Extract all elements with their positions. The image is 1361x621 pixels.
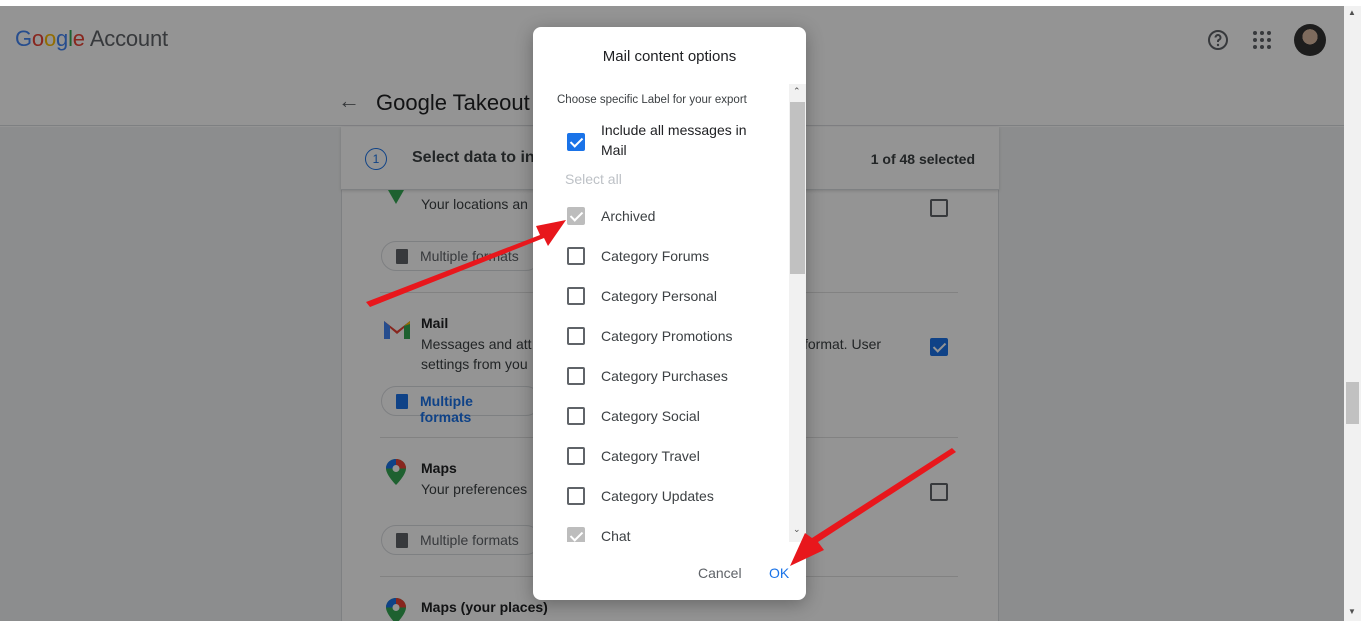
scroll-down-icon[interactable]: ▼ xyxy=(1348,607,1356,616)
label-text: Archived xyxy=(601,208,656,224)
scroll-down-icon[interactable]: ⌄ xyxy=(793,524,801,535)
include-all-label: Include all messages in Mail xyxy=(601,122,747,158)
select-all-link[interactable]: Select all xyxy=(565,171,622,187)
label-checkbox[interactable] xyxy=(567,367,585,385)
scroll-up-icon[interactable]: ▲ xyxy=(1348,8,1356,17)
label-text: Category Personal xyxy=(601,288,717,304)
dialog-subtitle: Choose specific Label for your export xyxy=(557,94,747,106)
label-checkbox[interactable] xyxy=(567,247,585,265)
label-checkbox[interactable] xyxy=(567,327,585,345)
label-text: Chat xyxy=(601,528,631,542)
ok-button[interactable]: OK xyxy=(769,565,789,581)
dialog-scrollbar-thumb[interactable] xyxy=(790,102,805,274)
page-scrollbar[interactable]: ▲ ▼ xyxy=(1344,6,1361,621)
dialog-scrollbar[interactable]: ⌃ ⌄ xyxy=(789,84,806,542)
label-text: Category Forums xyxy=(601,248,710,264)
scroll-up-icon[interactable]: ⌃ xyxy=(793,86,801,97)
include-all-checkbox[interactable] xyxy=(567,133,585,151)
label-option[interactable]: Chat xyxy=(567,527,767,542)
label-checkbox[interactable] xyxy=(567,527,585,542)
label-checkbox[interactable] xyxy=(567,487,585,505)
label-text: Category Updates xyxy=(601,488,714,504)
label-checkbox[interactable] xyxy=(567,447,585,465)
label-checkbox[interactable] xyxy=(567,207,585,225)
label-text: Category Purchases xyxy=(601,368,728,384)
page-scrollbar-thumb[interactable] xyxy=(1346,382,1359,424)
mail-content-options-dialog: Mail content options Choose specific Lab… xyxy=(533,27,806,600)
label-text: Category Social xyxy=(601,408,700,424)
dialog-title: Mail content options xyxy=(602,48,737,65)
label-checkbox[interactable] xyxy=(567,407,585,425)
label-checkbox[interactable] xyxy=(567,287,585,305)
label-text: Category Travel xyxy=(601,448,700,464)
cancel-button[interactable]: Cancel xyxy=(698,565,742,581)
label-text: Category Promotions xyxy=(601,328,733,344)
